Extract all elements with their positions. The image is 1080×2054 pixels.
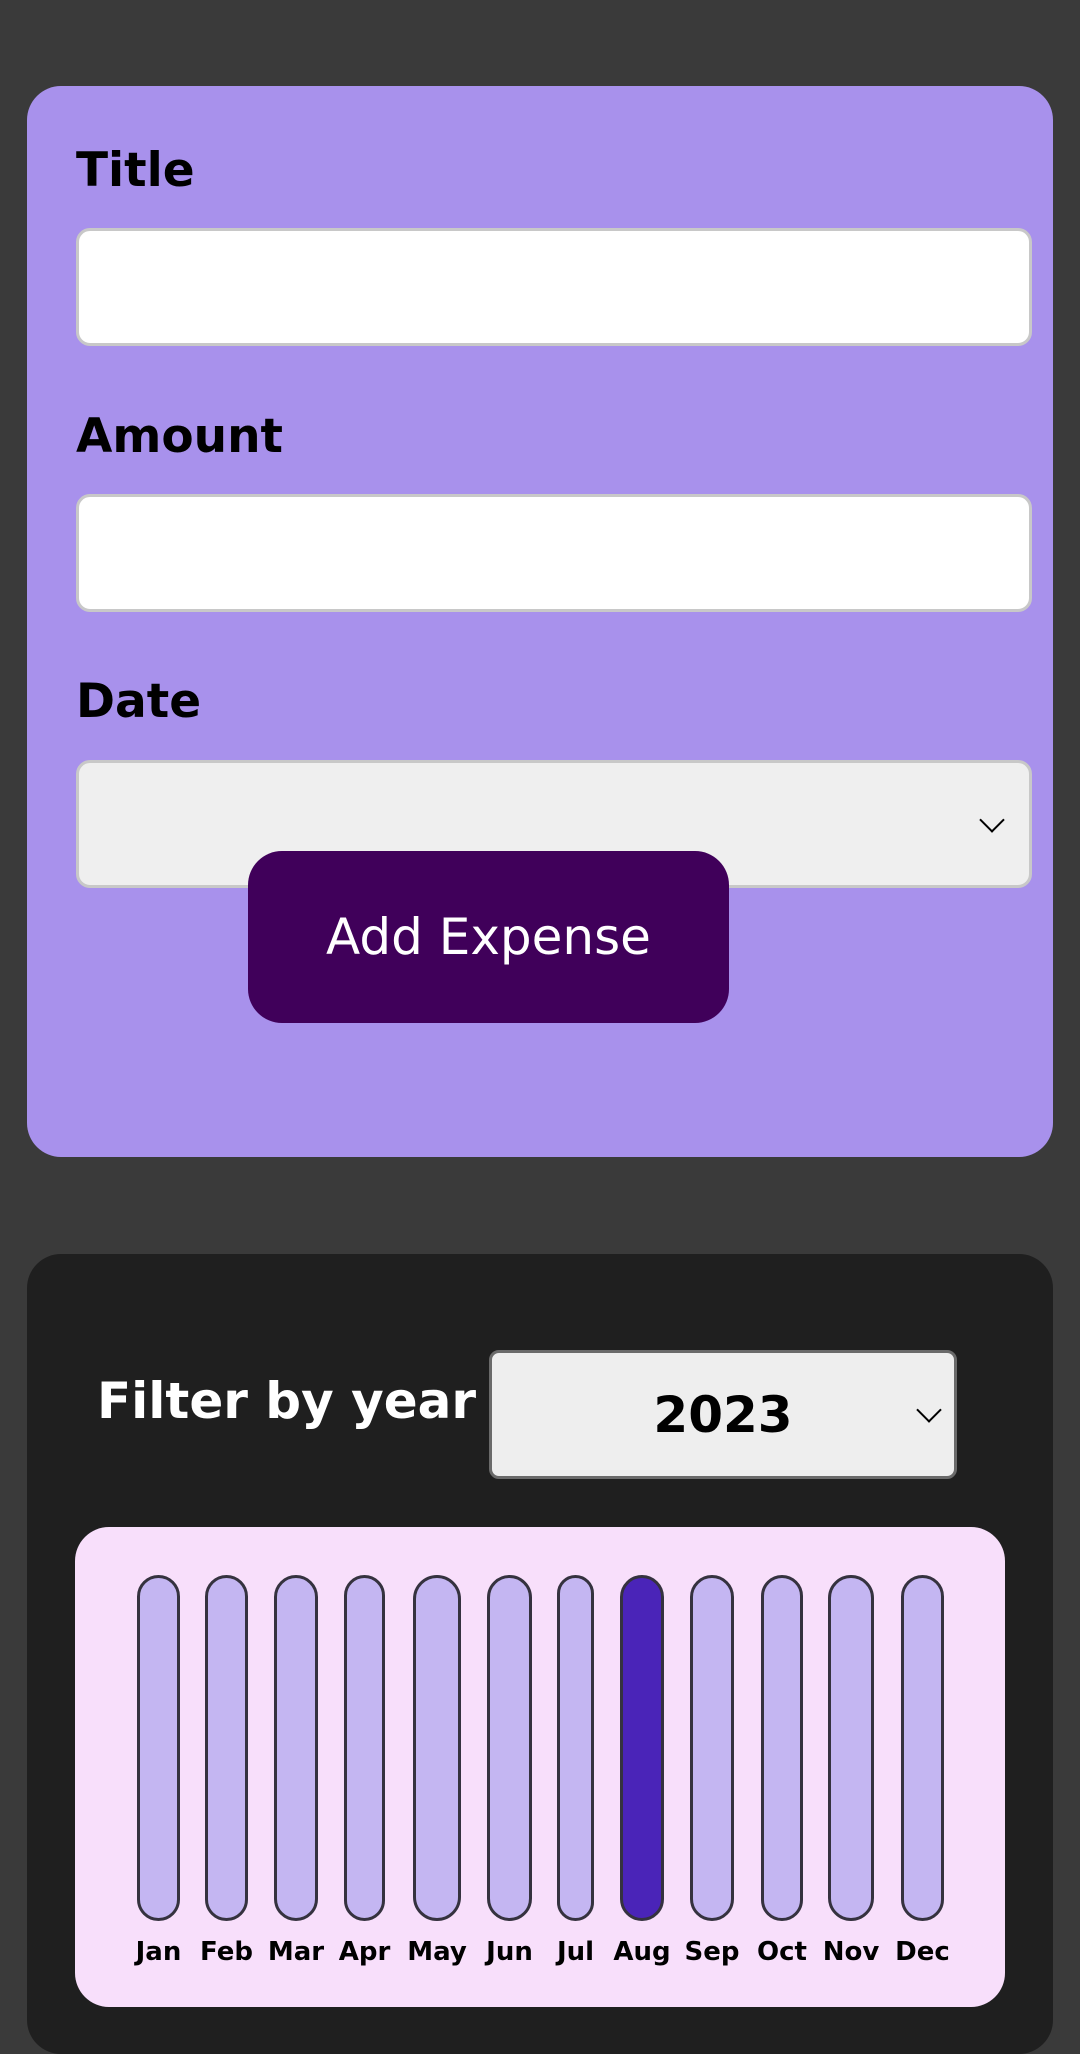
month-bar-aug bbox=[620, 1575, 664, 1921]
month-bar-dec bbox=[901, 1575, 944, 1921]
month-label-dec: Dec bbox=[895, 1937, 950, 1967]
filter-by-year-label: Filter by year bbox=[97, 1372, 477, 1430]
month-bar-oct bbox=[761, 1575, 803, 1921]
year-select[interactable]: 2023 bbox=[489, 1350, 957, 1479]
selected-year: 2023 bbox=[653, 1385, 793, 1444]
date-label: Date bbox=[76, 674, 202, 729]
title-input[interactable] bbox=[76, 228, 1032, 346]
month-bar-jan bbox=[137, 1575, 180, 1921]
chevron-down-icon bbox=[916, 1397, 942, 1423]
month-label-oct: Oct bbox=[757, 1937, 807, 1967]
month-label-apr: Apr bbox=[338, 1937, 391, 1967]
month-label-sep: Sep bbox=[684, 1937, 740, 1967]
title-label: Title bbox=[76, 143, 195, 198]
month-label-may: May bbox=[407, 1937, 467, 1967]
month-bar-feb bbox=[205, 1575, 248, 1921]
month-bar-nov bbox=[828, 1575, 874, 1921]
month-bar-jul bbox=[557, 1575, 594, 1921]
expenses-chart: Jan Feb Mar Apr May Jun Jul Aug Sep Oct Nov Dec bbox=[75, 1527, 1005, 2007]
amount-input[interactable] bbox=[76, 494, 1032, 612]
month-bar-jun bbox=[487, 1575, 532, 1921]
month-bar-sep bbox=[690, 1575, 734, 1921]
add-expense-button[interactable]: Add Expense bbox=[248, 851, 729, 1023]
amount-label: Amount bbox=[76, 409, 284, 464]
month-label-aug: Aug bbox=[613, 1937, 671, 1967]
month-label-nov: Nov bbox=[822, 1937, 880, 1967]
chevron-down-icon bbox=[979, 807, 1005, 833]
month-bar-mar bbox=[274, 1575, 318, 1921]
month-label-feb: Feb bbox=[200, 1937, 253, 1967]
month-bar-may bbox=[413, 1575, 461, 1921]
month-bar-apr bbox=[344, 1575, 385, 1921]
